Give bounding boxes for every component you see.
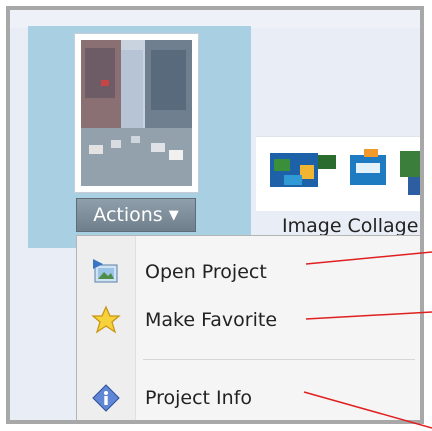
menu-item-project-info[interactable]: Project Info: [77, 376, 420, 420]
menu-item-label: Make Favorite: [145, 309, 278, 331]
screenshot-frame: Actions ▼ Image Collage Open Project Mak…: [6, 6, 424, 424]
project-thumbnail[interactable]: [74, 33, 199, 193]
info-icon: [77, 383, 135, 413]
actions-button-label: Actions: [93, 204, 163, 226]
menu-item-label: Project Info: [145, 387, 253, 409]
menu-item-make-favorite[interactable]: Make Favorite: [77, 298, 420, 342]
star-icon: [77, 305, 135, 335]
menu-item-open-project[interactable]: Open Project: [77, 250, 420, 294]
menu-separator: [143, 359, 415, 360]
chevron-down-icon: ▼: [168, 207, 179, 223]
open-project-icon: [77, 257, 135, 287]
menu-item-label: Open Project: [145, 261, 267, 283]
image-collage-thumbnail[interactable]: [256, 136, 420, 211]
image-collage-label: Image Collage: [282, 215, 419, 237]
actions-button[interactable]: Actions ▼: [76, 198, 196, 232]
actions-dropdown-menu: Open Project Make Favorite Project Info: [76, 235, 420, 420]
city-street-photo: [81, 40, 192, 186]
